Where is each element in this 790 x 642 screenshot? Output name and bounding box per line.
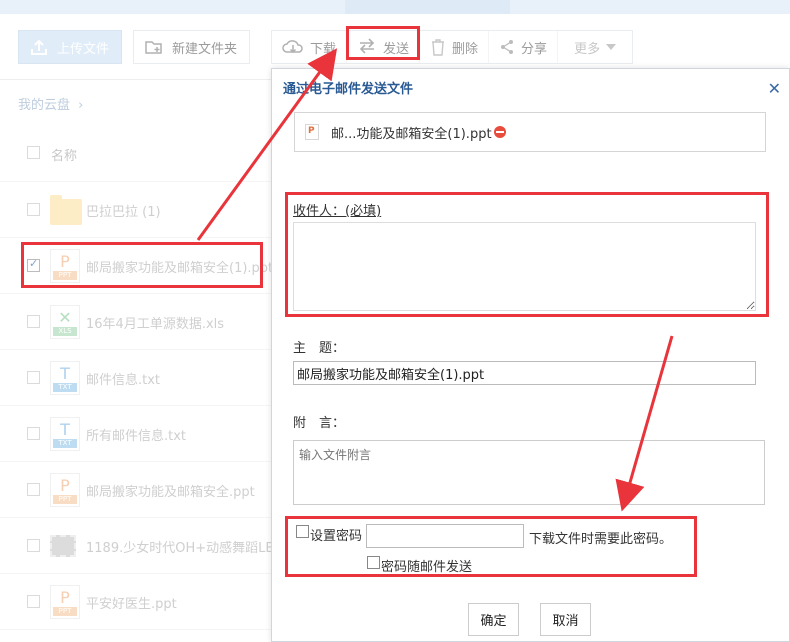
arrow-to-password [615, 335, 674, 512]
annotation-arrows [196, 48, 674, 512]
arrow-to-send [196, 48, 338, 241]
